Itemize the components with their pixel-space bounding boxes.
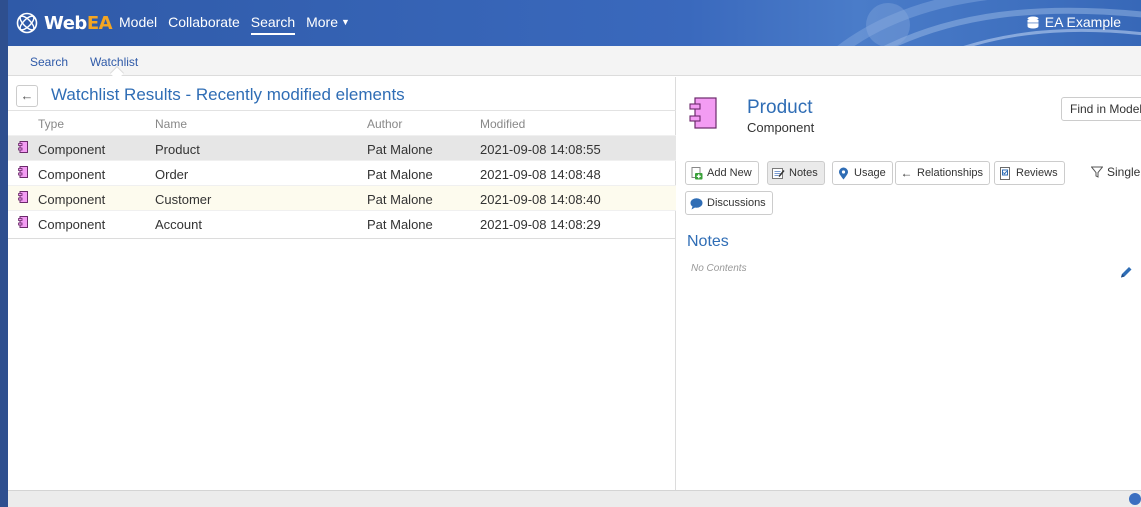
column-header-author[interactable]: Author [367, 117, 402, 131]
status-bar [8, 490, 1141, 507]
sub-tabs-bar: Search Watchlist [8, 46, 1141, 81]
add-document-icon [691, 166, 703, 179]
tab-relationships[interactable]: ← Relationships [895, 161, 991, 185]
element-type: Component [747, 120, 815, 135]
relationships-label: Relationships [917, 167, 984, 179]
arrow-left-icon: ← [900, 165, 913, 180]
pencil-edit-icon[interactable] [1119, 265, 1133, 279]
element-name: Product [747, 97, 813, 118]
chevron-down-icon: ▼ [341, 17, 350, 27]
top-nav-bar: WebEA Model Collaborate Search More ▼ EA … [8, 0, 1141, 46]
location-pin-icon [839, 167, 848, 179]
results-header: ← Watchlist Results - Recently modified … [8, 82, 676, 110]
table-row[interactable]: Component Order Pat Malone 2021-09-08 14… [8, 160, 676, 185]
find-in-model-button[interactable]: Find in Model [1061, 97, 1141, 121]
cell-type: Component [38, 167, 106, 182]
column-header-modified[interactable]: Modified [480, 117, 525, 131]
usage-label: Usage [854, 167, 886, 179]
notes-label: Notes [789, 167, 818, 179]
arrow-left-icon: ← [20, 88, 34, 103]
tab-reviews[interactable]: Reviews [994, 161, 1065, 185]
cell-modified: 2021-09-08 14:08:48 [480, 167, 601, 182]
review-document-icon [1000, 166, 1010, 180]
chat-bubble-icon [690, 197, 703, 209]
main-nav: Model Collaborate Search More ▼ [119, 14, 361, 35]
cell-modified: 2021-09-08 14:08:29 [480, 217, 601, 232]
cell-name: Account [155, 217, 202, 232]
cell-author: Pat Malone [367, 192, 433, 207]
cell-name: Customer [155, 192, 212, 207]
filter-icon [1091, 166, 1103, 178]
model-selector-label: EA Example [1044, 14, 1121, 30]
column-header-name[interactable]: Name [155, 117, 187, 131]
watchlist-results-panel: ← Watchlist Results - Recently modified … [8, 77, 676, 490]
cell-author: Pat Malone [367, 142, 433, 157]
back-button[interactable]: ← [16, 85, 38, 107]
nav-item-model[interactable]: Model [119, 14, 157, 35]
discussions-label: Discussions [707, 197, 766, 209]
nav-item-more-label: More [306, 14, 339, 30]
nav-item-search[interactable]: Search [250, 14, 296, 35]
tab-notes[interactable]: Notes [767, 161, 825, 185]
single-filter-label: Single [1107, 165, 1141, 179]
left-border-strip [0, 0, 8, 507]
database-icon [1027, 16, 1039, 28]
add-new-label: Add New [707, 167, 752, 179]
reviews-label: Reviews [1016, 167, 1058, 179]
table-row[interactable]: Component Customer Pat Malone 2021-09-08… [8, 185, 676, 210]
table-bottom-divider [8, 238, 676, 239]
webea-logo-icon [16, 12, 38, 34]
component-icon [18, 166, 28, 178]
cell-modified: 2021-09-08 14:08:55 [480, 142, 601, 157]
column-header-type[interactable]: Type [38, 117, 64, 131]
component-icon [18, 191, 28, 203]
table-row[interactable]: Component Product Pat Malone 2021-09-08 … [8, 135, 676, 160]
webea-logo-text: WebEA [44, 12, 113, 34]
component-icon [18, 141, 28, 153]
cell-type: Component [38, 217, 106, 232]
nav-item-collaborate[interactable]: Collaborate [168, 14, 240, 35]
tab-discussions[interactable]: Discussions [685, 191, 773, 215]
tab-usage[interactable]: Usage [832, 161, 893, 185]
cell-author: Pat Malone [367, 167, 433, 182]
component-icon [18, 216, 28, 228]
tab-search[interactable]: Search [30, 55, 68, 69]
notes-section-title: Notes [687, 233, 729, 250]
help-icon[interactable] [1129, 493, 1141, 505]
add-new-button[interactable]: Add New [685, 161, 759, 185]
cell-type: Component [38, 142, 106, 157]
cell-author: Pat Malone [367, 217, 433, 232]
notes-empty-text: No Contents [691, 263, 747, 274]
component-icon [689, 97, 717, 129]
cell-modified: 2021-09-08 14:08:40 [480, 192, 601, 207]
results-table-header: Type Name Author Modified [8, 110, 676, 134]
cell-type: Component [38, 192, 106, 207]
cell-name: Product [155, 142, 200, 157]
results-title: Watchlist Results - Recently modified el… [51, 85, 405, 104]
notes-icon [772, 167, 785, 179]
single-filter-button[interactable]: Single [1091, 165, 1140, 179]
model-selector[interactable]: EA Example [1027, 14, 1121, 30]
nav-item-more[interactable]: More ▼ [306, 14, 350, 35]
element-details-panel: Product Component Find in Model Add New … [677, 77, 1141, 490]
cell-name: Order [155, 167, 189, 182]
table-row[interactable]: Component Account Pat Malone 2021-09-08 … [8, 210, 676, 235]
webea-logo[interactable]: WebEA [16, 12, 113, 34]
